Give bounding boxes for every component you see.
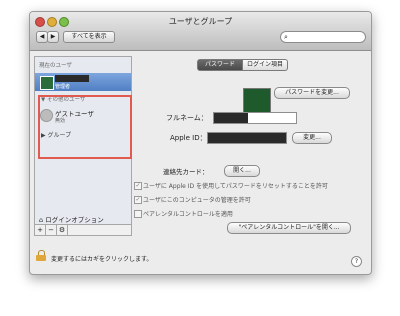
tab-password[interactable]: パスワード (197, 59, 243, 71)
redacted-user-name (55, 75, 89, 82)
change-password-button[interactable]: パスワードを変更... (274, 87, 350, 99)
users-groups-window: ユーザとグループ ◀ ▶ すべてを表示 ⌕ 現在のユーザ 管理者 ▼ その他のユ… (29, 11, 372, 275)
full-name-field[interactable] (213, 112, 297, 124)
forward-button[interactable]: ▶ (47, 31, 59, 43)
reset-password-checkbox[interactable]: ✓ (134, 182, 142, 190)
apple-id-field (207, 132, 287, 144)
red-highlight-box (38, 95, 132, 159)
lock-message: 変更するにはカギをクリックします。 (51, 256, 153, 263)
parental-controls-checkbox[interactable] (134, 210, 142, 218)
search-icon: ⌕ (284, 33, 288, 41)
search-input[interactable]: ⌕ (280, 31, 366, 43)
full-name-label: フルネーム： (166, 114, 208, 122)
add-user-button[interactable]: + (35, 225, 46, 235)
redacted-apple-id (208, 133, 286, 143)
remove-user-button[interactable]: − (46, 225, 57, 235)
help-button[interactable]: ? (351, 256, 362, 267)
admin-label: ユーザにこのコンピュータの管理を許可 (143, 197, 251, 204)
parental-controls-label: ペアレンタルコントロールを適用 (143, 211, 233, 218)
titlebar: ユーザとグループ ◀ ▶ すべてを表示 ⌕ (30, 12, 371, 51)
sidebar-toolbar: + − ⚙ (35, 224, 131, 235)
login-options-button[interactable]: ⌂ ログインオプション (39, 214, 104, 224)
admin-checkbox[interactable]: ✓ (134, 196, 142, 204)
open-contact-button[interactable]: 開く... (224, 165, 260, 177)
gear-icon[interactable]: ⚙ (57, 225, 68, 235)
address-card-label: 連絡先カード： (163, 168, 209, 176)
apple-id-change-button[interactable]: 変更... (292, 132, 332, 144)
tab-login-items[interactable]: ログイン項目 (242, 59, 288, 71)
window-title: ユーザとグループ (168, 17, 233, 26)
login-options-label: ログインオプション (45, 216, 104, 224)
house-icon: ⌂ (39, 216, 44, 224)
open-parental-controls-button[interactable]: "ペアレンタルコントロール"を開く... (227, 222, 351, 234)
user-avatar (40, 76, 54, 90)
current-user-role: 管理者 (55, 84, 71, 90)
current-user-header: 現在のユーザ (39, 63, 72, 69)
show-all-button[interactable]: すべてを表示 (63, 31, 115, 43)
sidebar-item-current-user[interactable]: 管理者 (35, 73, 131, 91)
apple-id-label: Apple ID： (170, 134, 207, 142)
reset-password-label: ユーザに Apple ID を使用してパスワードをリセットすることを許可 (143, 183, 328, 190)
lock-icon[interactable] (36, 250, 46, 261)
redacted-full-name (214, 113, 248, 123)
